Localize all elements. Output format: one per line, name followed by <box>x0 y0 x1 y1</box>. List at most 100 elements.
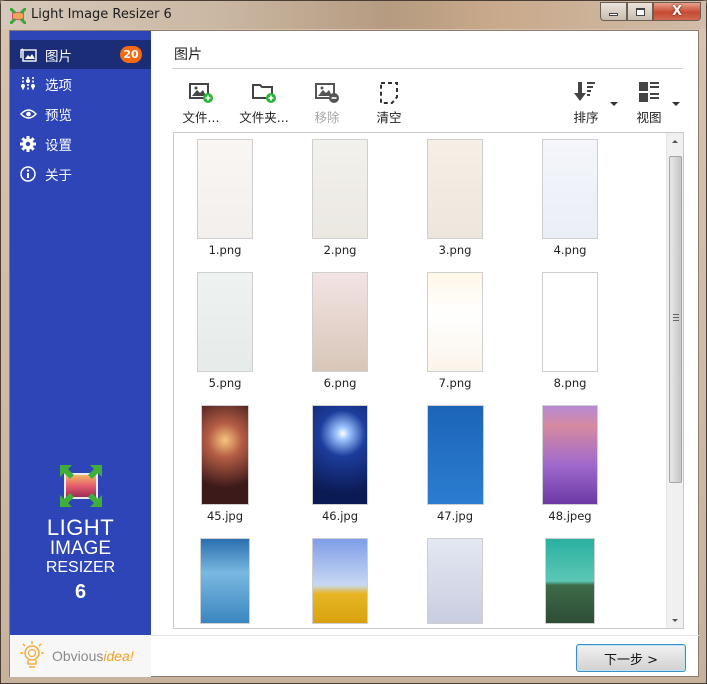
thumbnail-filename: 3.png <box>438 243 472 257</box>
brand-text: Obviousidea! <box>52 648 134 664</box>
window-title: Light Image Resizer 6 <box>31 7 172 22</box>
sort-label: 排序 <box>573 110 599 125</box>
thumbnail-image <box>427 272 483 372</box>
thumbnail-filename: 2.png <box>323 243 357 257</box>
thumbnail-item[interactable]: 47.jpg <box>410 405 500 523</box>
thumbnail-image <box>542 272 598 372</box>
thumbnail-image <box>312 272 368 372</box>
sliders-icon <box>19 75 37 93</box>
thumbnail-filename: 47.jpg <box>436 509 474 523</box>
logo-line-image: IMAGE <box>49 538 112 559</box>
minimize-button[interactable] <box>600 2 627 21</box>
sidebar-item-label: 预览 <box>45 107 72 124</box>
clear-icon <box>376 81 402 105</box>
scrollbar-thumb[interactable] <box>669 156 682 483</box>
image-grid[interactable]: 1.png 2.png 3.png 4.png 5.png 6.png 7.png 8.png… <box>173 132 684 629</box>
view-icon <box>636 81 662 105</box>
view-button[interactable]: 视图 <box>626 81 672 127</box>
logo-line-resizer: RESIZER <box>45 559 116 576</box>
add-folder-button[interactable]: 文件夹... <box>238 81 290 127</box>
remove-label: 移除 <box>314 110 340 125</box>
logo-line-version: 6 <box>74 581 87 603</box>
image-count-badge: 20 <box>120 46 142 63</box>
sort-button[interactable]: 排序 <box>563 81 609 127</box>
maximize-icon <box>635 7 645 16</box>
thumbnail-filename: 45.jpg <box>206 509 244 523</box>
sidebar-item-label: 选项 <box>45 77 72 94</box>
thumbnail-filename: 7.png <box>438 376 472 390</box>
sidebar: 图片 20 选项 预览 设置 关于 LIGHT IMAGE RESIZER 6 … <box>10 31 151 677</box>
product-logo: LIGHT IMAGE RESIZER 6 <box>10 463 151 605</box>
add-files-button[interactable]: 文件... <box>178 81 224 127</box>
minimize-icon <box>609 13 618 16</box>
thumbnail-item[interactable] <box>180 538 270 624</box>
thumbnail-image <box>200 538 250 624</box>
thumbnail-filename: 5.png <box>208 376 242 390</box>
thumbnail-image <box>197 272 253 372</box>
thumbnail-image <box>312 405 368 505</box>
obviousidea-brand[interactable]: Obviousidea! <box>10 635 151 677</box>
sidebar-item-about[interactable]: 关于 <box>10 159 151 188</box>
footer-divider <box>151 635 699 636</box>
view-label: 视图 <box>636 110 662 125</box>
thumbnail-item[interactable]: 3.png <box>410 139 500 257</box>
scrollbar-grip <box>673 314 679 315</box>
thumbnail-item[interactable] <box>295 538 385 624</box>
thumbnail-image <box>427 538 483 624</box>
thumbnail-item[interactable] <box>525 538 615 624</box>
thumbnail-filename: 8.png <box>553 376 587 390</box>
clear-button[interactable]: 清空 <box>366 81 412 127</box>
sort-dropdown-arrow[interactable] <box>610 102 618 106</box>
close-button[interactable]: X <box>653 2 701 21</box>
page-title: 图片 <box>174 47 202 63</box>
thumbnail-item[interactable]: 1.png <box>180 139 270 257</box>
thumbnail-item[interactable]: 45.jpg <box>180 405 270 523</box>
title-bar[interactable]: Light Image Resizer 6 X <box>1 1 706 29</box>
thumbnail-image <box>201 405 249 505</box>
sidebar-item-label: 设置 <box>45 137 72 154</box>
thumbnail-filename: 48.jpeg <box>548 509 592 523</box>
thumbnail-item[interactable]: 5.png <box>180 272 270 390</box>
remove-button[interactable]: 移除 <box>304 81 350 127</box>
view-dropdown-arrow[interactable] <box>672 102 680 106</box>
title-divider <box>172 68 683 69</box>
add-folder-label: 文件夹... <box>239 110 289 125</box>
brand-text-obvious: Obvious <box>52 648 104 664</box>
sidebar-item-settings[interactable]: 设置 <box>10 129 151 158</box>
thumbnail-image <box>542 139 598 239</box>
thumbnail-item[interactable]: 6.png <box>295 272 385 390</box>
lightbulb-icon <box>20 641 44 668</box>
add-image-icon <box>188 81 214 105</box>
thumbnail-image <box>312 139 368 239</box>
thumbnail-item[interactable]: 8.png <box>525 272 615 390</box>
scroll-up-button[interactable] <box>667 133 683 149</box>
vertical-scrollbar[interactable] <box>666 133 683 628</box>
thumbnail-item[interactable]: 2.png <box>295 139 385 257</box>
add-files-label: 文件... <box>182 110 220 125</box>
sidebar-item-preview[interactable]: 预览 <box>10 99 151 128</box>
images-icon <box>19 46 37 64</box>
close-icon: X <box>671 4 683 19</box>
thumbnail-filename: 1.png <box>208 243 242 257</box>
sidebar-item-label: 关于 <box>45 167 72 184</box>
eye-icon <box>19 105 37 123</box>
thumbnail-item[interactable]: 4.png <box>525 139 615 257</box>
thumbnail-image <box>426 405 484 505</box>
remove-image-icon <box>314 81 340 105</box>
thumbnail-image <box>545 538 595 624</box>
scroll-down-button[interactable] <box>667 612 683 628</box>
thumbnail-item[interactable] <box>410 538 500 624</box>
sidebar-item-images[interactable]: 图片 20 <box>10 40 151 69</box>
app-icon <box>10 8 26 24</box>
thumbnail-image <box>197 139 253 239</box>
scrollbar-grip <box>673 320 679 321</box>
sidebar-item-options[interactable]: 选项 <box>10 69 151 98</box>
thumbnail-filename: 46.jpg <box>321 509 359 523</box>
thumbnail-item[interactable]: 48.jpeg <box>525 405 615 523</box>
maximize-button[interactable] <box>627 2 653 21</box>
thumbnail-image <box>312 538 368 624</box>
thumbnail-item[interactable]: 7.png <box>410 272 500 390</box>
next-button[interactable]: 下一步 > <box>576 644 686 672</box>
thumbnail-image <box>542 405 598 505</box>
thumbnail-item[interactable]: 46.jpg <box>295 405 385 523</box>
